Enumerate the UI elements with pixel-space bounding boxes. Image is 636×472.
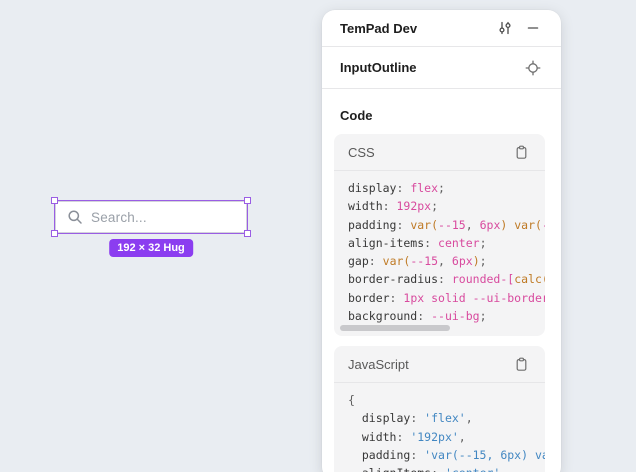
selected-node-name: InputOutline	[340, 60, 521, 75]
settings-sliders-icon[interactable]	[493, 16, 517, 40]
panel-header: TemPad Dev	[322, 10, 561, 47]
selection-handle-bottom-right[interactable]	[244, 230, 251, 237]
code-line: padding: var(--15, 6px) var(--15, 6px);	[348, 216, 545, 234]
code-line: align-items: center;	[348, 234, 545, 252]
tempad-dev-panel: TemPad Dev InputOutline	[322, 10, 561, 472]
search-icon	[67, 209, 83, 225]
locate-target-icon[interactable]	[521, 56, 545, 80]
selected-component-outline[interactable]: Search...	[55, 201, 247, 233]
search-input[interactable]: Search...	[55, 201, 247, 233]
code-line: width: 192px;	[348, 197, 545, 215]
code-section-label: Code	[322, 89, 561, 134]
copy-clipboard-icon[interactable]	[509, 352, 533, 376]
selection-handle-top-right[interactable]	[244, 197, 251, 204]
selection-handle-top-left[interactable]	[51, 197, 58, 204]
js-code-block: JavaScript { display: 'flex', width: '19…	[334, 346, 545, 472]
code-line: padding: 'var(--15, 6px) var(--15, 6px)'…	[348, 446, 545, 464]
selected-node-row: InputOutline	[322, 47, 561, 89]
code-line: border: 1px solid --ui-border-strong;	[348, 289, 545, 307]
figma-canvas: { "canvas": { "input": { "placeholder": …	[0, 0, 636, 472]
code-line: display: 'flex',	[348, 409, 545, 427]
horizontal-scrollbar[interactable]	[340, 325, 450, 331]
code-line: gap: var(--15, 6px);	[348, 252, 545, 270]
js-block-title: JavaScript	[348, 357, 509, 372]
search-placeholder: Search...	[91, 210, 147, 225]
css-block-title: CSS	[348, 145, 509, 160]
panel-title: TemPad Dev	[340, 21, 493, 36]
code-line: width: '192px',	[348, 428, 545, 446]
code-line: display: flex;	[348, 179, 545, 197]
js-code-area[interactable]: { display: 'flex', width: '192px', paddi…	[334, 383, 545, 472]
code-line: border-radius: rounded-[calc(var(--radiu…	[348, 270, 545, 288]
css-code-block: CSS display: flex;width: 192px;padding: …	[334, 134, 545, 336]
selection-handle-bottom-left[interactable]	[51, 230, 58, 237]
size-badge: 192 × 32 Hug	[109, 239, 193, 257]
code-line: background: --ui-bg;	[348, 307, 545, 325]
code-line: {	[348, 391, 545, 409]
js-block-header: JavaScript	[334, 346, 545, 383]
css-code-area[interactable]: display: flex;width: 192px;padding: var(…	[334, 171, 545, 336]
copy-clipboard-icon[interactable]	[509, 140, 533, 164]
css-block-header: CSS	[334, 134, 545, 171]
code-line: alignItems: 'center',	[348, 464, 545, 472]
minimize-icon[interactable]	[521, 16, 545, 40]
